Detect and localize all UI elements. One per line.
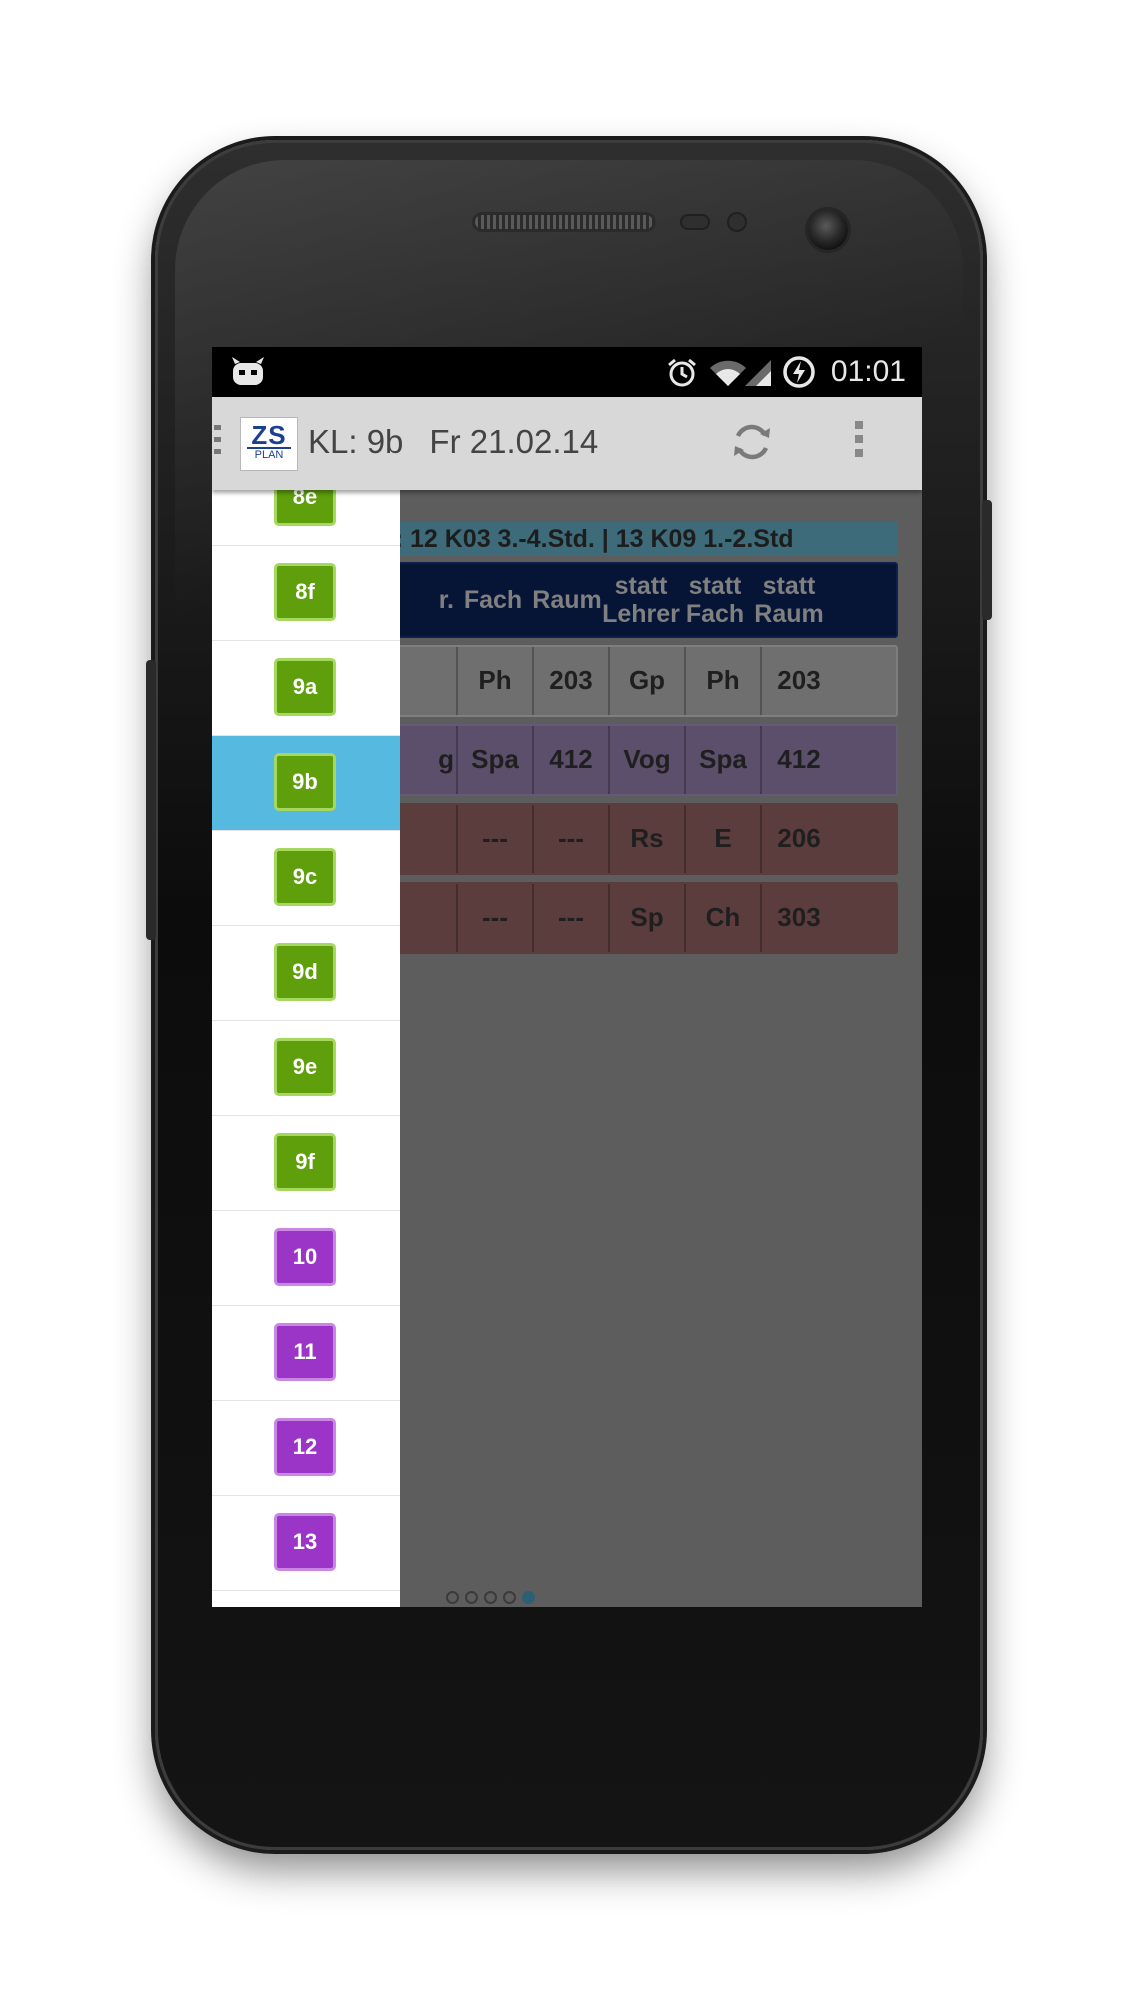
battery-charging-icon [782, 355, 816, 394]
light-sensor [727, 212, 747, 232]
notice-bar: EN: 12 K03 3.-4.Std. | 13 K09 1.-2.Std [352, 522, 898, 556]
table-cell: Rs [608, 805, 684, 873]
table-cell: 206 [760, 805, 836, 873]
action-bar-title: KL: 9b Fr 21.02.14 [308, 423, 598, 461]
page-dot[interactable] [484, 1591, 497, 1605]
table-cell: Vog [608, 726, 684, 794]
page-dot[interactable] [503, 1591, 516, 1605]
drawer-item-9d[interactable]: 9d [212, 926, 400, 1021]
class-badge: 10 [274, 1228, 336, 1286]
class-badge: 12 [274, 1418, 336, 1476]
drawer-item-8e[interactable]: 8e [212, 490, 400, 546]
table-cell: --- [456, 884, 532, 952]
class-badge: 9c [274, 848, 336, 906]
earpiece-speaker [472, 212, 656, 232]
table-cell: 412 [760, 726, 836, 794]
front-camera [808, 210, 848, 250]
table-cell: --- [456, 805, 532, 873]
class-drawer[interactable]: 8e 8f 9a 9b 9c 9d 9e 9f 10 11 12 13 [212, 490, 400, 1607]
table-row[interactable]: Ph 203 Gp Ph 203 [352, 645, 898, 717]
table-header: statt Fach [685, 572, 745, 628]
refresh-icon[interactable] [727, 417, 777, 472]
class-badge: 11 [274, 1323, 336, 1381]
substitution-table: r. Fach Raum statt Lehrer statt Fach sta… [352, 562, 898, 961]
app-logo[interactable]: ZS PLAN [240, 417, 298, 471]
table-cell: Gp [608, 647, 684, 715]
table-cell: Sp [608, 884, 684, 952]
table-cell: --- [532, 884, 608, 952]
table-header: Fach [463, 586, 523, 614]
volume-button [146, 660, 156, 940]
class-badge: 8f [274, 563, 336, 621]
signal-icon [744, 359, 772, 392]
cyanogen-bot-icon [230, 355, 266, 394]
table-cell: 203 [760, 647, 836, 715]
logo-text-top: ZS [251, 420, 287, 450]
drawer-item-9a[interactable]: 9a [212, 641, 400, 736]
screen: 01:01 ZS PLAN KL: 9b Fr 21.02.14 EN: 12 K… [212, 347, 922, 1607]
drawer-item-9f[interactable]: 9f [212, 1116, 400, 1211]
table-row[interactable]: --- --- Rs E 206 [352, 803, 898, 875]
table-header-row: r. Fach Raum statt Lehrer statt Fach sta… [352, 562, 898, 638]
drawer-item-13[interactable]: 13 [212, 1496, 400, 1591]
table-cell: Spa [456, 726, 532, 794]
class-badge: 9f [274, 1133, 336, 1191]
table-header: Raum [532, 586, 602, 614]
proximity-sensor [680, 214, 710, 230]
drawer-item-9e[interactable]: 9e [212, 1021, 400, 1116]
power-button [982, 500, 992, 620]
drawer-item-9c[interactable]: 9c [212, 831, 400, 926]
table-row[interactable]: g Spa 412 Vog Spa 412 [352, 724, 898, 796]
table-cell: Ch [684, 884, 760, 952]
table-cell: 303 [760, 884, 836, 952]
date-label: Fr 21.02.14 [429, 423, 599, 460]
class-badge: 9b [274, 753, 336, 811]
page-dot[interactable] [465, 1591, 478, 1605]
table-cell: 203 [532, 647, 608, 715]
page-dot[interactable] [446, 1591, 459, 1605]
wifi-icon [708, 359, 748, 392]
drawer-item-8f[interactable]: 8f [212, 546, 400, 641]
class-badge: 9d [274, 943, 336, 1001]
status-bar: 01:01 [212, 347, 922, 397]
class-badge: 9e [274, 1038, 336, 1096]
page-indicator [446, 1589, 541, 1607]
page-dot-active[interactable] [522, 1591, 535, 1605]
class-badge: 8e [274, 490, 336, 526]
alarm-icon [666, 357, 698, 394]
drawer-item-9b[interactable]: 9b [212, 736, 400, 831]
table-cell: Ph [684, 647, 760, 715]
drawer-item-12[interactable]: 12 [212, 1401, 400, 1496]
table-cell: --- [532, 805, 608, 873]
table-header: statt Raum [754, 572, 824, 628]
table-header: statt Lehrer [602, 572, 680, 628]
drawer-item-10[interactable]: 10 [212, 1211, 400, 1306]
class-badge: 9a [274, 658, 336, 716]
class-label: KL: 9b [308, 423, 404, 460]
action-bar: ZS PLAN KL: 9b Fr 21.02.14 [212, 397, 922, 490]
table-cell: Ph [456, 647, 532, 715]
table-cell: E [684, 805, 760, 873]
drawer-item-11[interactable]: 11 [212, 1306, 400, 1401]
drawer-indicator-icon[interactable] [214, 425, 222, 461]
table-cell: Spa [684, 726, 760, 794]
status-time: 01:01 [830, 355, 906, 388]
class-badge: 13 [274, 1513, 336, 1571]
table-row[interactable]: --- --- Sp Ch 303 [352, 882, 898, 954]
table-cell: 412 [532, 726, 608, 794]
overflow-menu-icon[interactable] [855, 421, 865, 463]
